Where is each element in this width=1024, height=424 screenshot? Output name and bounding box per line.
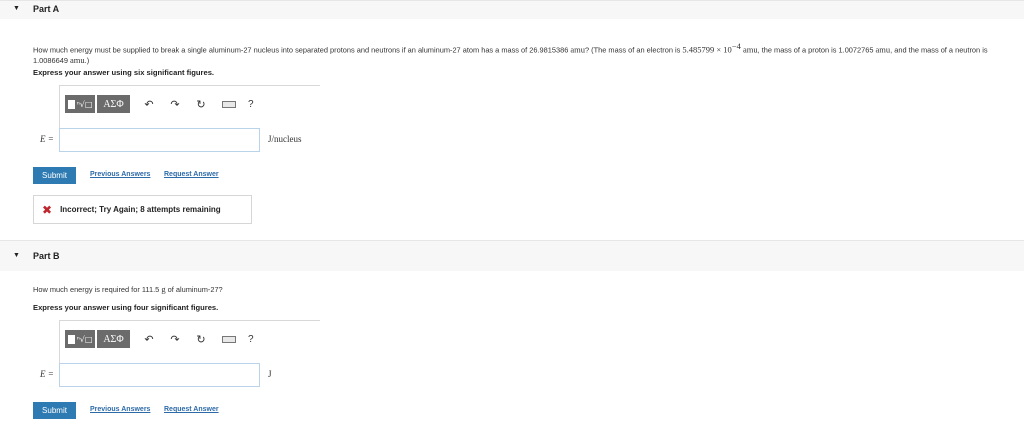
part-a-instruction: Express your answer using six significan… — [33, 68, 215, 77]
part-a-answer-input[interactable] — [59, 128, 260, 152]
part-b-unit: J — [268, 369, 272, 379]
collapse-caret-icon[interactable]: ▼ — [13, 5, 20, 12]
part-a-title: Part A — [33, 4, 60, 14]
part-a-feedback: ✖ Incorrect; Try Again; 8 attempts remai… — [33, 195, 252, 224]
part-a-header[interactable]: ▼ Part A — [0, 0, 1024, 19]
templates-icon[interactable]: ⁿ√□ — [65, 330, 95, 348]
reset-icon[interactable]: ↻ — [194, 98, 208, 111]
undo-icon[interactable]: ↶ — [142, 98, 156, 111]
part-b-question: How much energy is required for 111.5 g … — [33, 284, 223, 294]
greek-letters-icon[interactable]: ΑΣΦ — [97, 330, 130, 348]
redo-icon[interactable]: ↷ — [168, 333, 182, 346]
undo-icon[interactable]: ↶ — [142, 333, 156, 346]
part-a-math-editor: ⁿ√□ ΑΣΦ ↶ ↷ ↻ ? — [59, 85, 320, 130]
incorrect-x-icon: ✖ — [42, 202, 53, 217]
part-b-variable-label: E = — [40, 369, 54, 379]
part-b-answer-input[interactable] — [59, 363, 260, 387]
part-b-submit-button[interactable]: Submit — [33, 402, 76, 419]
part-b-header[interactable]: ▼ Part B — [0, 240, 1024, 271]
help-icon[interactable]: ? — [248, 99, 254, 110]
part-b-title: Part B — [33, 251, 60, 261]
part-b-request-answer-link[interactable]: Request Answer — [164, 406, 219, 413]
greek-letters-icon[interactable]: ΑΣΦ — [97, 95, 130, 113]
keyboard-icon[interactable] — [222, 100, 236, 108]
part-a-unit: J/nucleus — [268, 134, 302, 144]
part-b-math-editor: ⁿ√□ ΑΣΦ ↶ ↷ ↻ ? — [59, 320, 320, 365]
redo-icon[interactable]: ↷ — [168, 98, 182, 111]
part-a-toolbar: ⁿ√□ ΑΣΦ ↶ ↷ ↻ ? — [65, 94, 254, 114]
part-a-variable-label: E = — [40, 134, 54, 144]
part-b-previous-answers-link[interactable]: Previous Answers — [90, 406, 150, 413]
feedback-message: Incorrect; Try Again; 8 attempts remaini… — [60, 205, 221, 214]
collapse-caret-icon[interactable]: ▼ — [13, 252, 20, 259]
reset-icon[interactable]: ↻ — [194, 333, 208, 346]
templates-icon[interactable]: ⁿ√□ — [65, 95, 95, 113]
part-a-request-answer-link[interactable]: Request Answer — [164, 171, 219, 178]
part-a-submit-button[interactable]: Submit — [33, 167, 76, 184]
keyboard-icon[interactable] — [222, 335, 236, 343]
part-a-question: How much energy must be supplied to brea… — [33, 41, 988, 66]
part-a-previous-answers-link[interactable]: Previous Answers — [90, 171, 150, 178]
help-icon[interactable]: ? — [248, 334, 254, 345]
part-b-toolbar: ⁿ√□ ΑΣΦ ↶ ↷ ↻ ? — [65, 329, 254, 349]
part-b-instruction: Express your answer using four significa… — [33, 303, 219, 312]
